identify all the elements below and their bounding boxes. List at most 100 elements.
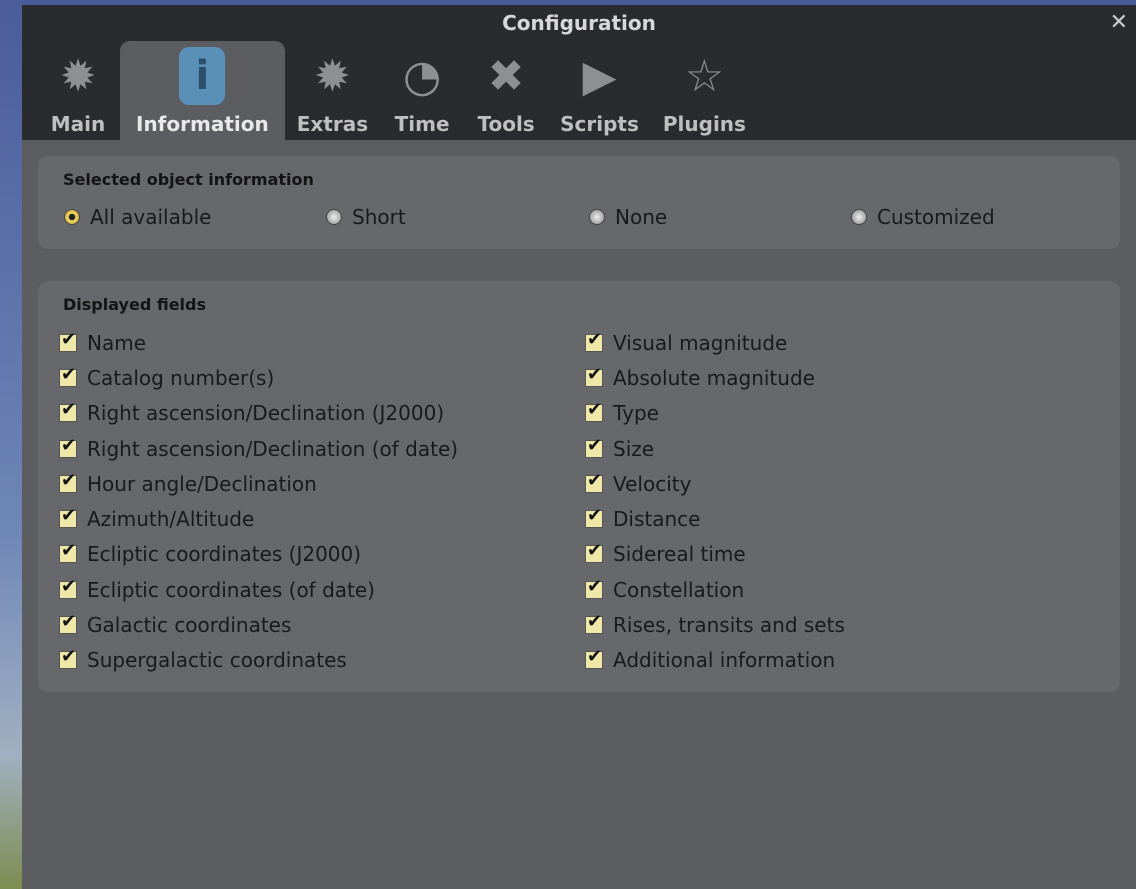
- checkbox-checked-icon[interactable]: [585, 435, 603, 458]
- checkbox-checked-icon[interactable]: [59, 364, 77, 387]
- field-checkbox[interactable]: Hour angle/Declination: [59, 466, 458, 501]
- tab-label: Time: [394, 112, 450, 136]
- checkbox-checked-icon[interactable]: [59, 435, 77, 458]
- field-checkbox[interactable]: Rises, transits and sets: [585, 607, 845, 642]
- field-label: Constellation: [613, 577, 745, 602]
- field-checkbox[interactable]: Absolute magnitude: [585, 360, 845, 395]
- field-checkbox[interactable]: Name: [59, 325, 458, 360]
- close-icon[interactable]: ✕: [1110, 5, 1128, 41]
- radio-button[interactable]: [326, 209, 342, 225]
- field-label: Velocity: [613, 471, 692, 496]
- field-checkbox[interactable]: Additional information: [585, 643, 845, 678]
- field-label: Supergalactic coordinates: [87, 648, 347, 673]
- field-checkbox[interactable]: Distance: [585, 501, 845, 536]
- checkbox-checked-icon[interactable]: [585, 364, 603, 387]
- field-label: Visual magnitude: [613, 330, 788, 355]
- field-label: Right ascension/Declination (of date): [87, 436, 459, 461]
- checkbox-checked-icon[interactable]: [59, 505, 77, 529]
- checkbox-checked-icon[interactable]: [585, 576, 603, 599]
- checkbox-checked-icon[interactable]: [585, 611, 603, 635]
- field-label: Distance: [613, 507, 701, 532]
- radio-label: Customized: [877, 205, 995, 229]
- tab-bar: ✹ Main i Information ✹ Extras ◔ Time ✖ Tools …: [22, 41, 1136, 140]
- displayed-fields-group: Displayed fields Name Catalog number(s) Ri…: [38, 281, 1120, 692]
- field-checkbox[interactable]: Catalog number(s): [59, 360, 458, 395]
- checkbox-checked-icon[interactable]: [585, 505, 603, 529]
- checkbox-checked-icon[interactable]: [585, 329, 603, 352]
- radio-customized[interactable]: Customized: [851, 205, 995, 229]
- tab-label: Plugins: [662, 112, 746, 136]
- title-bar[interactable]: Configuration ✕: [22, 5, 1136, 41]
- radio-none[interactable]: None: [589, 205, 667, 229]
- fields-left-column: Name Catalog number(s) Right ascension/Dec…: [59, 325, 458, 678]
- tab-plugins[interactable]: ☆ Plugins: [651, 41, 758, 140]
- tab-information[interactable]: i Information: [120, 41, 285, 140]
- info-icon: i: [172, 46, 232, 106]
- radio-label: None: [615, 205, 668, 229]
- field-label: Catalog number(s): [87, 365, 275, 390]
- field-checkbox[interactable]: Supergalactic coordinates: [59, 643, 458, 678]
- tab-label: Scripts: [560, 112, 639, 136]
- field-label: Absolute magnitude: [613, 365, 815, 390]
- field-checkbox[interactable]: Right ascension/Declination (J2000): [59, 396, 458, 431]
- field-label: Ecliptic coordinates (of date): [87, 577, 375, 602]
- tab-time[interactable]: ◔ Time: [380, 41, 464, 140]
- field-checkbox[interactable]: Right ascension/Declination (of date): [59, 431, 458, 466]
- fields-right-column: Visual magnitude Absolute magnitude Type Si…: [585, 325, 845, 678]
- checkbox-checked-icon[interactable]: [59, 540, 77, 564]
- field-label: Hour angle/Declination: [87, 471, 317, 496]
- radio-button[interactable]: [589, 209, 605, 225]
- field-checkbox[interactable]: Type: [585, 396, 845, 431]
- checkbox-checked-icon[interactable]: [59, 611, 77, 635]
- field-checkbox[interactable]: Ecliptic coordinates (J2000): [59, 537, 458, 572]
- field-checkbox[interactable]: Galactic coordinates: [59, 607, 458, 642]
- field-label: Galactic coordinates: [87, 613, 292, 638]
- radio-short[interactable]: Short: [326, 205, 406, 229]
- field-label: Name: [87, 330, 147, 355]
- checkbox-checked-icon[interactable]: [59, 576, 77, 599]
- group-title: Selected object information: [63, 170, 314, 189]
- checkbox-checked-icon[interactable]: [585, 646, 603, 670]
- field-checkbox[interactable]: Velocity: [585, 466, 845, 501]
- selected-object-info-group: Selected object information All availabl…: [38, 156, 1120, 249]
- checkbox-checked-icon[interactable]: [585, 399, 603, 423]
- field-label: Size: [613, 436, 655, 461]
- tab-tools[interactable]: ✖ Tools: [464, 41, 548, 140]
- checkbox-checked-icon[interactable]: [59, 646, 77, 670]
- field-label: Rises, transits and sets: [613, 613, 845, 638]
- field-checkbox[interactable]: Ecliptic coordinates (of date): [59, 572, 458, 607]
- gear-star-icon: ✹: [59, 50, 97, 102]
- plugin-icon: ☆: [684, 50, 725, 102]
- tab-label: Extras: [296, 112, 369, 136]
- checkbox-checked-icon[interactable]: [585, 470, 603, 493]
- field-label: Right ascension/Declination (J2000): [87, 401, 445, 426]
- field-checkbox[interactable]: Visual magnitude: [585, 325, 845, 360]
- radio-label: Short: [352, 205, 406, 229]
- field-checkbox[interactable]: Sidereal time: [585, 537, 845, 572]
- checkbox-checked-icon[interactable]: [59, 470, 77, 493]
- checkbox-checked-icon[interactable]: [585, 540, 603, 564]
- radio-button[interactable]: [64, 209, 80, 225]
- extras-icon: ✹: [313, 50, 351, 102]
- tab-label: Tools: [477, 112, 535, 136]
- field-label: Type: [613, 401, 659, 426]
- configuration-window: Configuration ✕ ✹ Main i Information ✹ Extr…: [22, 5, 1136, 889]
- radio-label: All available: [90, 205, 212, 229]
- checkbox-checked-icon[interactable]: [59, 399, 77, 423]
- field-checkbox[interactable]: Size: [585, 431, 845, 466]
- radio-all-available[interactable]: All available: [64, 205, 211, 229]
- checkbox-checked-icon[interactable]: [59, 329, 77, 352]
- field-checkbox[interactable]: Constellation: [585, 572, 845, 607]
- field-label: Azimuth/Altitude: [87, 507, 255, 532]
- tab-main[interactable]: ✹ Main: [36, 41, 120, 140]
- tab-label: Information: [136, 112, 269, 136]
- group-title: Displayed fields: [63, 295, 207, 314]
- clock-icon: ◔: [402, 50, 442, 102]
- radio-button[interactable]: [851, 209, 867, 225]
- field-label: Sidereal time: [613, 542, 746, 567]
- tab-scripts[interactable]: ▶ Scripts: [548, 41, 651, 140]
- field-checkbox[interactable]: Azimuth/Altitude: [59, 501, 458, 536]
- tab-extras[interactable]: ✹ Extras: [285, 41, 380, 140]
- play-icon: ▶: [582, 50, 617, 102]
- field-label: Ecliptic coordinates (J2000): [87, 542, 362, 567]
